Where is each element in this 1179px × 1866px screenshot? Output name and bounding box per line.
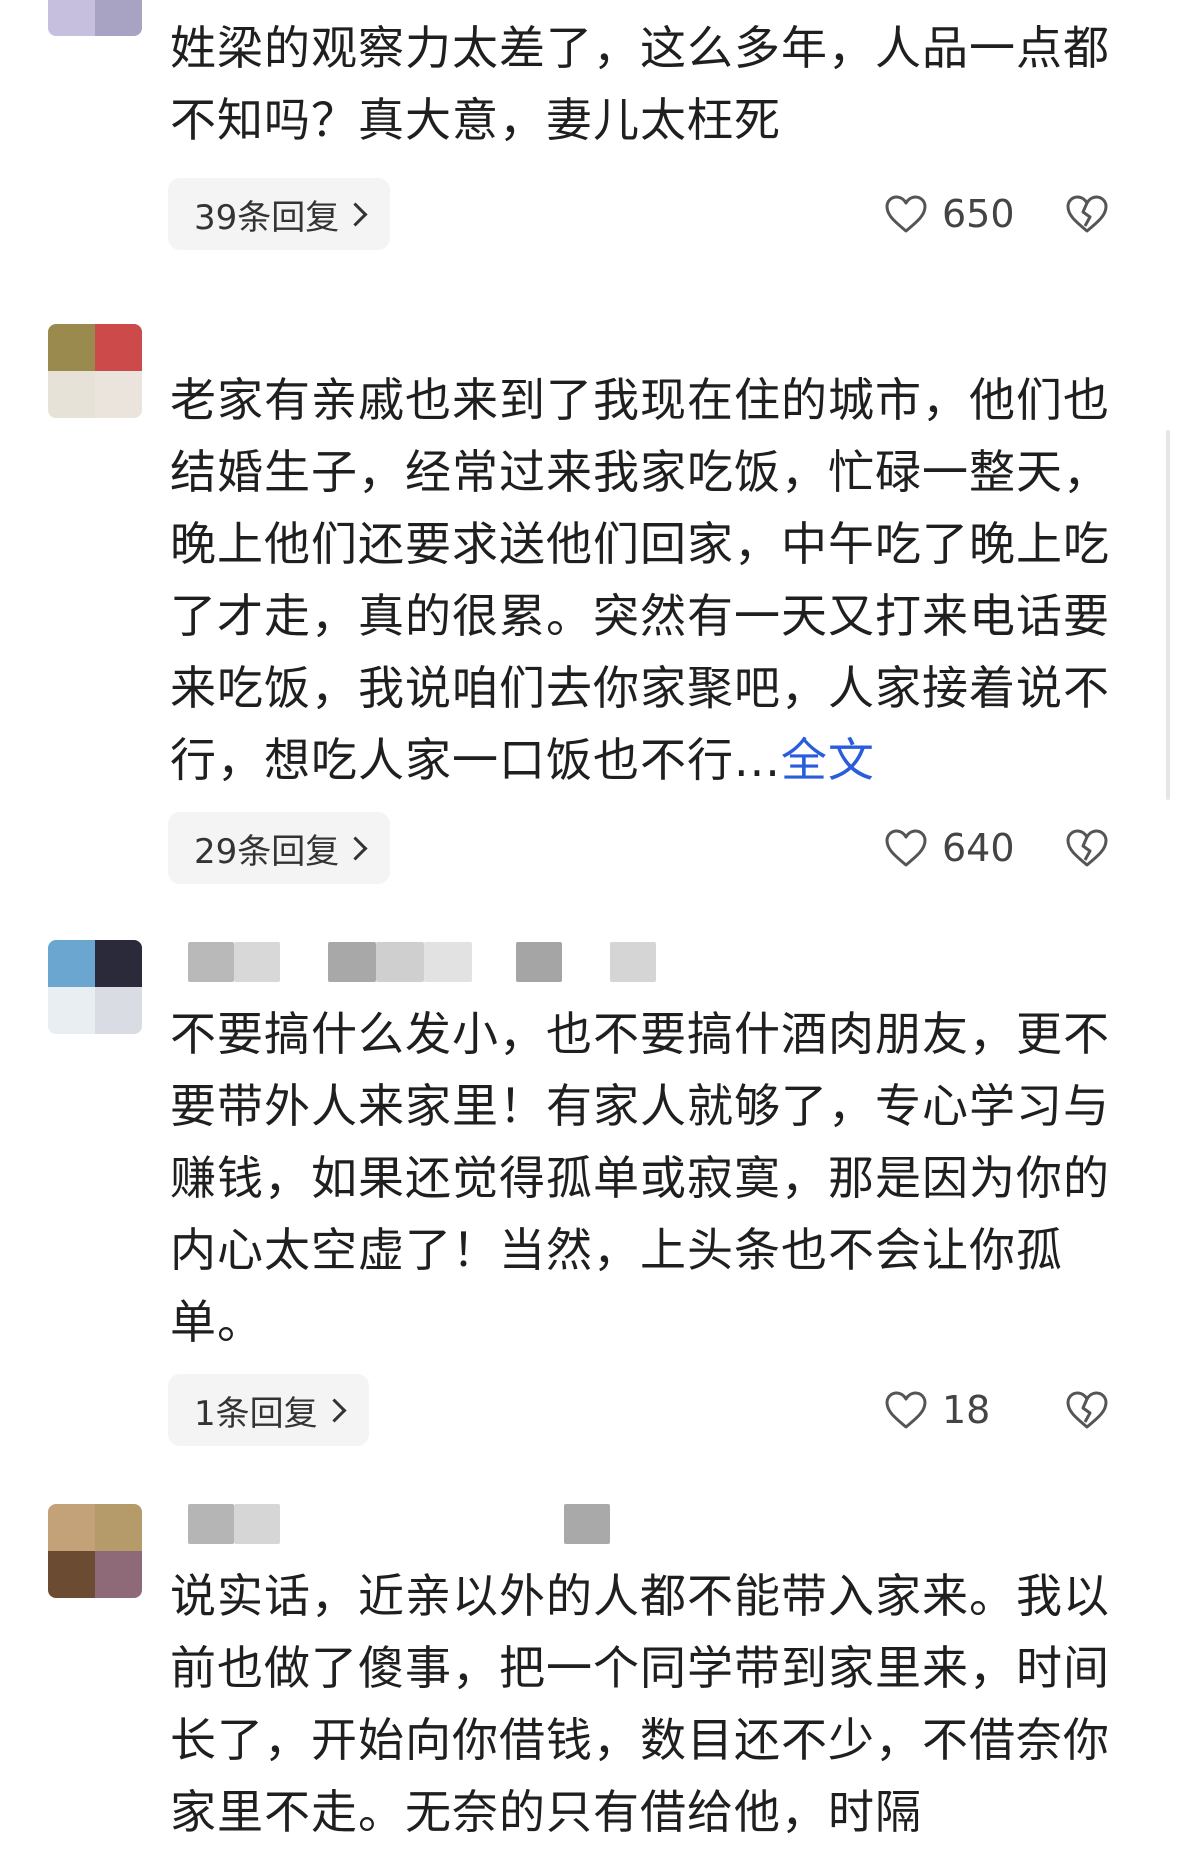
expand-link[interactable]: 全文 bbox=[781, 733, 875, 787]
chevron-right-icon bbox=[343, 835, 368, 861]
comment-text: 不要搞什么发小，也不要搞什酒肉朋友，更不要带外人来家里！有家人就够了，专心学习与… bbox=[170, 998, 1125, 1358]
dislike-button[interactable] bbox=[1064, 1374, 1110, 1446]
username-redacted[interactable] bbox=[188, 942, 658, 986]
comment-feed: 姓梁的观察力太差了，这么多年，人品一点都不知吗？真大意，妻儿太枉死 39条回复 … bbox=[0, 0, 1179, 1866]
heart-outline-icon bbox=[885, 1391, 927, 1429]
comment-body: 老家有亲戚也来到了我现在住的城市，他们也结婚生子，经常过来我家吃饭，忙碌一整天，… bbox=[170, 373, 1110, 787]
like-button[interactable]: 650 bbox=[884, 178, 1015, 250]
broken-heart-icon bbox=[1066, 1391, 1108, 1429]
scrollbar[interactable] bbox=[1166, 430, 1170, 800]
replies-button[interactable]: 39条回复 bbox=[168, 178, 391, 250]
replies-button[interactable]: 1条回复 bbox=[168, 1374, 369, 1446]
replies-label: 29条回复 bbox=[194, 831, 340, 872]
chevron-right-icon bbox=[322, 1397, 347, 1423]
avatar[interactable] bbox=[48, 0, 142, 36]
comment-text: 老家有亲戚也来到了我现在住的城市，他们也结婚生子，经常过来我家吃饭，忙碌一整天，… bbox=[170, 364, 1125, 796]
dislike-button[interactable] bbox=[1064, 812, 1110, 884]
dislike-button[interactable] bbox=[1064, 178, 1110, 250]
like-count: 640 bbox=[942, 826, 1015, 870]
like-count: 650 bbox=[942, 192, 1015, 236]
comment-text: 姓梁的观察力太差了，这么多年，人品一点都不知吗？真大意，妻儿太枉死 bbox=[170, 12, 1125, 156]
username-redacted[interactable] bbox=[188, 1504, 618, 1548]
heart-outline-icon bbox=[885, 195, 927, 233]
avatar[interactable] bbox=[48, 1504, 142, 1598]
avatar[interactable] bbox=[48, 324, 142, 418]
broken-heart-icon bbox=[1066, 195, 1108, 233]
like-count: 18 bbox=[942, 1388, 991, 1432]
replies-label: 39条回复 bbox=[194, 197, 340, 238]
like-button[interactable]: 640 bbox=[884, 812, 1015, 884]
comment-body: 姓梁的观察力太差了，这么多年，人品一点都不知吗？真大意，妻儿太枉死 bbox=[170, 21, 1110, 147]
avatar[interactable] bbox=[48, 940, 142, 1034]
replies-button[interactable]: 29条回复 bbox=[168, 812, 391, 884]
heart-outline-icon bbox=[885, 829, 927, 867]
comment-text: 说实话，近亲以外的人都不能带入家来。我以前也做了傻事，把一个同学带到家里来，时间… bbox=[170, 1560, 1125, 1848]
like-button[interactable]: 18 bbox=[884, 1374, 990, 1446]
comment-body: 不要搞什么发小，也不要搞什酒肉朋友，更不要带外人来家里！有家人就够了，专心学习与… bbox=[170, 1007, 1110, 1349]
replies-label: 1条回复 bbox=[194, 1393, 318, 1434]
comment-body: 说实话，近亲以外的人都不能带入家来。我以前也做了傻事，把一个同学带到家里来，时间… bbox=[170, 1569, 1110, 1839]
chevron-right-icon bbox=[343, 201, 368, 227]
broken-heart-icon bbox=[1066, 829, 1108, 867]
